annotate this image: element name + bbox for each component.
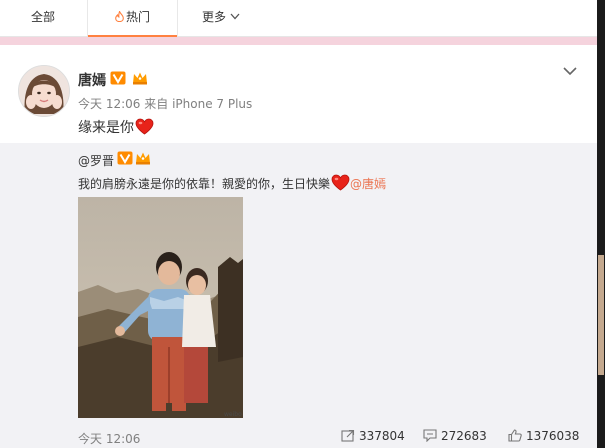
post-menu-chevron-icon[interactable] xyxy=(563,66,577,76)
post-text-block: 缘来是你 xyxy=(78,117,154,137)
original-author-name[interactable]: @罗晋 xyxy=(78,152,114,169)
share-button[interactable]: 337804 xyxy=(341,429,405,443)
share-count: 337804 xyxy=(359,429,405,443)
like-button[interactable]: 1376038 xyxy=(508,429,579,443)
post-time[interactable]: 今天 12:06 xyxy=(78,97,140,111)
mention-link[interactable]: @唐嫣 xyxy=(350,177,386,191)
tab-more-label: 更多 xyxy=(201,10,226,24)
thumbs-up-icon xyxy=(508,429,522,442)
crown-vip-icon xyxy=(133,72,147,85)
share-icon xyxy=(341,429,355,442)
red-heart-emoji-icon xyxy=(135,118,154,135)
tab-hot[interactable]: 热门 xyxy=(87,0,178,37)
chevron-down-icon xyxy=(230,13,240,20)
post-author-name[interactable]: 唐嫣 xyxy=(78,70,106,90)
post-source: iPhone 7 Plus xyxy=(172,97,253,111)
comment-button[interactable]: 272683 xyxy=(423,429,487,443)
feed-gap xyxy=(0,37,597,45)
original-post-text: 我的肩膀永遠是你的依靠！親愛的你，生日快樂 @唐嫣 xyxy=(78,174,386,192)
reposted-content: @罗晋 我的肩膀永遠是你的依靠！親愛的你，生日快樂 @唐嫣 weibo 今天 1… xyxy=(0,143,597,448)
tab-all-label: 全部 xyxy=(30,10,55,24)
flame-icon xyxy=(115,11,124,22)
avatar-image xyxy=(19,66,69,116)
comment-count: 272683 xyxy=(441,429,487,443)
original-post-time[interactable]: 今天 12:06 xyxy=(78,430,140,447)
adjacent-window-edge xyxy=(597,0,605,448)
feed-tab-bar: 全部 热门 更多 xyxy=(0,0,597,37)
original-post-body: 我的肩膀永遠是你的依靠！親愛的你，生日快樂 xyxy=(78,177,331,191)
post-source-prefix: 来自 xyxy=(144,97,169,111)
post-photo[interactable]: weibo xyxy=(78,197,243,418)
tab-hot-label: 热门 xyxy=(125,10,150,24)
crown-vip-icon xyxy=(136,152,150,165)
verified-v-icon xyxy=(117,151,133,165)
weibo-post-card: 唐嫣 今天 12:06 来自 iPhone 7 Plus 缘来是你 @罗晋 我的… xyxy=(0,45,597,448)
red-heart-emoji-icon xyxy=(331,174,350,191)
tab-all[interactable]: 全部 xyxy=(0,0,86,36)
comment-icon xyxy=(423,429,437,442)
verified-v-icon xyxy=(110,71,126,85)
tab-more[interactable]: 更多 xyxy=(186,0,256,36)
avatar[interactable] xyxy=(18,65,70,117)
post-meta: 今天 12:06 来自 iPhone 7 Plus xyxy=(78,95,252,112)
photo-watermark: weibo xyxy=(224,411,242,418)
like-count: 1376038 xyxy=(526,429,580,443)
post-text: 缘来是你 xyxy=(78,120,134,136)
